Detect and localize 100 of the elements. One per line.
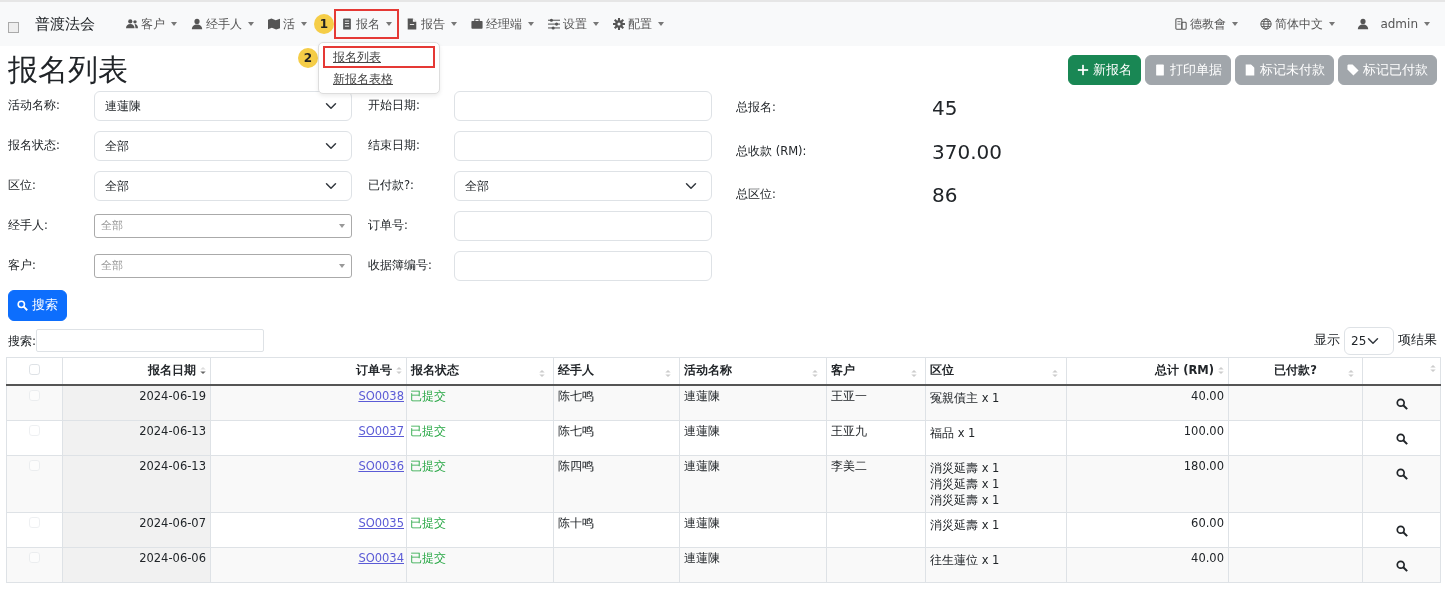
dropdown-item[interactable]: 新报名表格 bbox=[323, 68, 435, 91]
order-link[interactable]: SO0038 bbox=[358, 388, 404, 403]
caret-icon bbox=[339, 224, 345, 228]
field-label: 经手人: bbox=[8, 217, 49, 235]
order-link[interactable]: SO0035 bbox=[358, 515, 404, 530]
order-link[interactable]: SO0034 bbox=[358, 550, 404, 565]
plus-icon bbox=[1077, 64, 1089, 76]
table-cell-text: 消災延壽 x 1 bbox=[930, 516, 1001, 533]
table-cell: 2024-06-13 bbox=[139, 423, 206, 438]
column-header[interactable]: 总计 (RM) bbox=[1066, 357, 1229, 385]
caret-icon bbox=[339, 264, 345, 268]
search-icon bbox=[17, 299, 28, 311]
nav-menu[interactable]: 报名 bbox=[334, 9, 399, 39]
table-cell-text: 福品 x 1 bbox=[930, 424, 977, 441]
table-cell: 40.00 bbox=[1191, 388, 1224, 403]
column-header[interactable] bbox=[1362, 357, 1441, 385]
brand-link[interactable]: 普渡法会 bbox=[35, 12, 95, 36]
page-length-select[interactable]: 25 bbox=[1344, 326, 1394, 355]
input-field[interactable] bbox=[454, 91, 712, 121]
annotation-badge: 2 bbox=[298, 48, 318, 68]
table-cell: 陈七鸣 bbox=[558, 388, 594, 403]
table-cell: 連蓮陳 bbox=[684, 515, 720, 530]
field-label: 收据簿编号: bbox=[368, 257, 433, 275]
field-label: 活动名称: bbox=[8, 97, 61, 115]
caret-icon bbox=[528, 22, 534, 26]
tag-icon bbox=[1347, 64, 1359, 76]
field-label: 报名状态: bbox=[8, 137, 61, 155]
field-label: 结束日期: bbox=[368, 137, 421, 155]
search-field[interactable] bbox=[36, 329, 265, 353]
caret-icon bbox=[1232, 22, 1239, 26]
annotation-badge: 1 bbox=[314, 14, 334, 34]
nav-menu[interactable]: 客户 bbox=[119, 9, 184, 39]
search-button[interactable]: 搜索 bbox=[8, 290, 67, 321]
select-field[interactable]: 連蓮陳 bbox=[94, 91, 352, 121]
input-field[interactable] bbox=[454, 211, 712, 241]
table-cell: 2024-06-07 bbox=[139, 515, 206, 530]
caret-icon bbox=[593, 22, 599, 26]
column-header[interactable]: 区位 bbox=[925, 357, 1067, 385]
column-header[interactable]: 经手人 bbox=[553, 357, 680, 385]
column-header[interactable]: 已付款? bbox=[1228, 357, 1363, 385]
select-field[interactable]: 全部 bbox=[94, 171, 352, 201]
table-cell-text: 往生蓮位 x 1 bbox=[930, 551, 1001, 568]
select-field[interactable]: 全部 bbox=[454, 171, 712, 201]
status-text: 已提交 bbox=[410, 458, 446, 473]
dropdown-item[interactable]: 报名列表 bbox=[323, 46, 435, 69]
stat-label: 总报名: bbox=[736, 99, 777, 117]
caret-icon bbox=[1424, 22, 1430, 26]
column-header[interactable]: 报名日期 bbox=[62, 357, 211, 385]
caret-icon bbox=[171, 22, 177, 26]
caret-icon bbox=[248, 22, 254, 26]
column-header[interactable]: 订单号 bbox=[210, 357, 407, 385]
stat-label: 总区位: bbox=[736, 185, 777, 203]
column-header[interactable]: 客户 bbox=[826, 357, 926, 385]
field-label: 开始日期: bbox=[368, 97, 421, 115]
file-icon bbox=[1244, 64, 1256, 76]
map-icon bbox=[268, 18, 280, 30]
briefcase-icon bbox=[471, 18, 483, 30]
globe-icon bbox=[1260, 18, 1273, 30]
users-icon bbox=[126, 18, 138, 30]
search-icon bbox=[1395, 433, 1408, 446]
file-icon bbox=[406, 18, 418, 30]
table-cell: 40.00 bbox=[1191, 550, 1224, 565]
user-icon bbox=[1357, 18, 1370, 30]
stat-value: 45 bbox=[932, 95, 958, 122]
table-cell: 連蓮陳 bbox=[684, 388, 720, 403]
select-field[interactable]: 全部 bbox=[94, 131, 352, 161]
sliders-icon bbox=[548, 18, 560, 30]
nav-menu[interactable]: 经手人 bbox=[184, 9, 261, 39]
column-header[interactable]: 活动名称 bbox=[679, 357, 827, 385]
caret-icon bbox=[1329, 22, 1336, 26]
caret-icon bbox=[301, 22, 307, 26]
length-label: 项结果 bbox=[1398, 331, 1437, 350]
input-field[interactable] bbox=[454, 131, 712, 161]
search-label: 搜索: bbox=[8, 332, 37, 350]
field-label: 区位: bbox=[8, 177, 37, 195]
nav-menu[interactable]: 设置 bbox=[541, 9, 606, 39]
nav-menu[interactable]: 经理端 bbox=[464, 9, 541, 39]
table-cell: 陈四鸣 bbox=[558, 458, 594, 473]
action-button[interactable]: 新报名 bbox=[1068, 54, 1141, 86]
nav-menu[interactable]: 德教會 bbox=[1168, 9, 1246, 39]
gear-icon bbox=[613, 18, 625, 30]
table-cell: 2024-06-06 bbox=[139, 550, 206, 565]
status-text: 已提交 bbox=[410, 515, 446, 530]
table-cell: 王亚九 bbox=[831, 423, 867, 438]
table-cell-text: 消災延壽 x 1 bbox=[930, 491, 1001, 508]
table-cell: 李美二 bbox=[831, 458, 867, 473]
nav-menu[interactable]: 配置 bbox=[606, 9, 671, 39]
order-link[interactable]: SO0037 bbox=[358, 423, 404, 438]
page-title: 报名列表 bbox=[8, 55, 128, 85]
checkbox[interactable] bbox=[28, 363, 41, 376]
input-field[interactable] bbox=[454, 251, 712, 281]
search-icon bbox=[1395, 560, 1408, 573]
column-header[interactable]: 报名状态 bbox=[406, 357, 554, 385]
table-cell: 連蓮陳 bbox=[684, 458, 720, 473]
nav-menu[interactable]: 报告 bbox=[399, 9, 464, 39]
nav-menu[interactable]: 活 bbox=[261, 9, 314, 39]
table-cell: 連蓮陳 bbox=[684, 550, 720, 565]
nav-menu[interactable]: 简体中文 bbox=[1253, 9, 1343, 39]
order-link[interactable]: SO0036 bbox=[358, 458, 404, 473]
nav-menu[interactable]: admin bbox=[1350, 9, 1437, 39]
